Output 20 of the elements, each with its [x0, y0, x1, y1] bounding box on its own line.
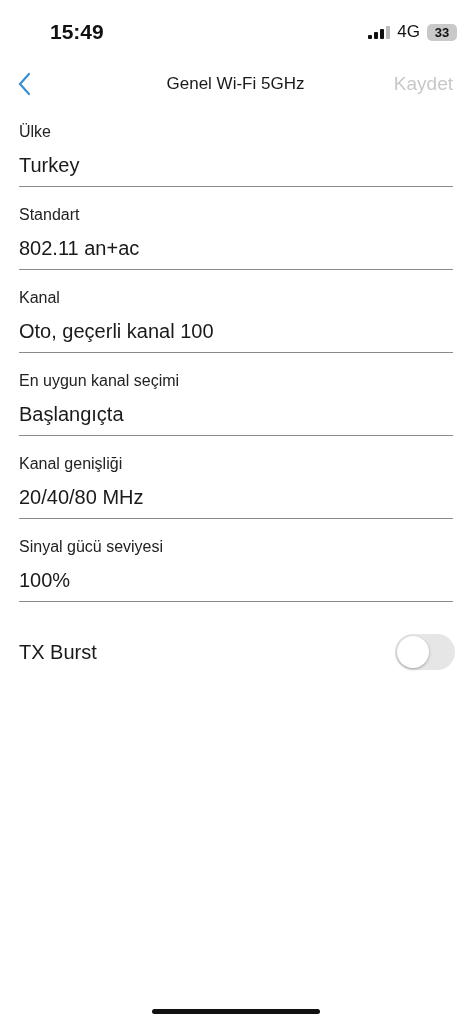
field-label: Sinyal gücü seviyesi: [19, 538, 165, 556]
field-value[interactable]: 20/40/80 MHz: [19, 486, 453, 518]
field-value[interactable]: 100%: [19, 569, 453, 601]
field-label: Ülke: [19, 123, 52, 141]
field-label: Kanal: [19, 289, 61, 307]
screen-title: Genel Wi-Fi 5GHz: [166, 74, 305, 94]
network-label: 4G: [397, 22, 420, 42]
field-label: Standart: [19, 206, 81, 224]
field-value[interactable]: Başlangıçta: [19, 403, 453, 435]
battery-indicator: 33: [427, 23, 457, 41]
field-value[interactable]: Turkey: [19, 154, 453, 186]
field-label: En uygun kanal seçimi: [19, 372, 181, 390]
signal-icon: [368, 25, 391, 39]
status-time: 15:49: [50, 20, 104, 44]
back-button[interactable]: [18, 72, 32, 96]
field-value[interactable]: 802.11 an+ac: [19, 237, 453, 269]
field-label: Kanal genişliği: [19, 455, 124, 473]
toggle-switch[interactable]: [395, 634, 455, 670]
field-value[interactable]: Oto, geçerli kanal 100: [19, 320, 453, 352]
toggle-label: TX Burst: [19, 640, 97, 664]
